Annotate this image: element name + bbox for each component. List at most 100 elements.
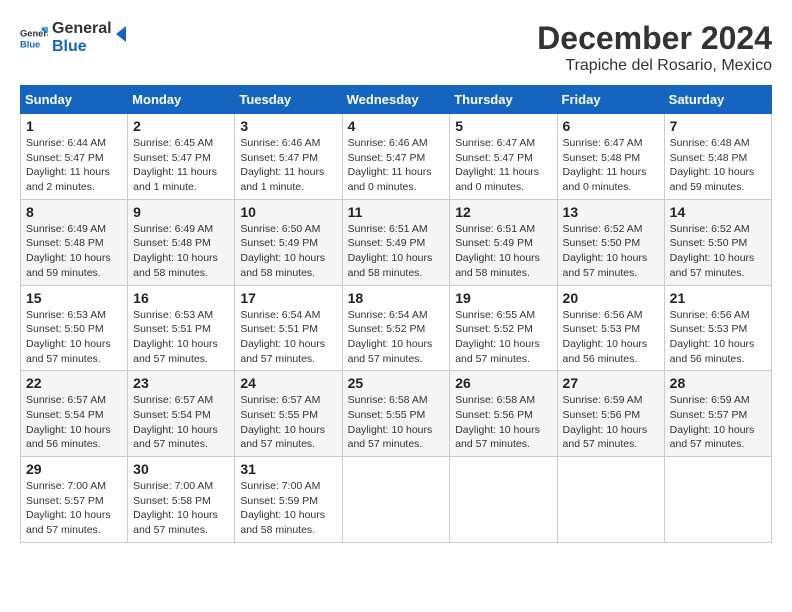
week-row-2: 8 Sunrise: 6:49 AMSunset: 5:48 PMDayligh… [21, 199, 772, 285]
day-number: 19 [455, 290, 551, 306]
day-number: 29 [26, 461, 122, 477]
title-block: December 2024 Trapiche del Rosario, Mexi… [537, 20, 772, 75]
day-number: 27 [563, 375, 659, 391]
svg-text:Blue: Blue [20, 39, 40, 49]
month-title: December 2024 [537, 20, 772, 57]
cell-info: Sunrise: 6:51 AMSunset: 5:49 PMDaylight:… [455, 223, 540, 279]
day-number: 20 [563, 290, 659, 306]
week-row-4: 22 Sunrise: 6:57 AMSunset: 5:54 PMDaylig… [21, 371, 772, 457]
day-number: 30 [133, 461, 229, 477]
cell-1-1: 1 Sunrise: 6:44 AMSunset: 5:47 PMDayligh… [21, 114, 128, 200]
cell-2-2: 9 Sunrise: 6:49 AMSunset: 5:48 PMDayligh… [128, 199, 235, 285]
day-number: 9 [133, 204, 229, 220]
cell-3-1: 15 Sunrise: 6:53 AMSunset: 5:50 PMDaylig… [21, 285, 128, 371]
cell-info: Sunrise: 6:49 AMSunset: 5:48 PMDaylight:… [26, 223, 111, 279]
day-number: 21 [670, 290, 766, 306]
day-number: 31 [240, 461, 336, 477]
cell-info: Sunrise: 6:54 AMSunset: 5:52 PMDaylight:… [348, 309, 433, 365]
header-tuesday: Tuesday [235, 86, 342, 114]
cell-info: Sunrise: 6:54 AMSunset: 5:51 PMDaylight:… [240, 309, 325, 365]
cell-4-6: 27 Sunrise: 6:59 AMSunset: 5:56 PMDaylig… [557, 371, 664, 457]
day-number: 1 [26, 118, 122, 134]
cell-1-2: 2 Sunrise: 6:45 AMSunset: 5:47 PMDayligh… [128, 114, 235, 200]
cell-4-3: 24 Sunrise: 6:57 AMSunset: 5:55 PMDaylig… [235, 371, 342, 457]
cell-1-7: 7 Sunrise: 6:48 AMSunset: 5:48 PMDayligh… [664, 114, 771, 200]
day-number: 24 [240, 375, 336, 391]
cell-2-1: 8 Sunrise: 6:49 AMSunset: 5:48 PMDayligh… [21, 199, 128, 285]
location: Trapiche del Rosario, Mexico [537, 57, 772, 75]
header-friday: Friday [557, 86, 664, 114]
cell-info: Sunrise: 6:50 AMSunset: 5:49 PMDaylight:… [240, 223, 325, 279]
cell-info: Sunrise: 6:46 AMSunset: 5:47 PMDaylight:… [240, 137, 324, 193]
logo-blue: Blue [52, 38, 112, 56]
logo-icon: General Blue [20, 24, 48, 52]
cell-info: Sunrise: 6:52 AMSunset: 5:50 PMDaylight:… [563, 223, 648, 279]
day-number: 8 [26, 204, 122, 220]
cell-info: Sunrise: 6:48 AMSunset: 5:48 PMDaylight:… [670, 137, 755, 193]
week-row-1: 1 Sunrise: 6:44 AMSunset: 5:47 PMDayligh… [21, 114, 772, 200]
cell-3-5: 19 Sunrise: 6:55 AMSunset: 5:52 PMDaylig… [450, 285, 557, 371]
logo-general: General [52, 20, 112, 38]
day-number: 26 [455, 375, 551, 391]
cell-info: Sunrise: 6:53 AMSunset: 5:51 PMDaylight:… [133, 309, 218, 365]
cell-info: Sunrise: 6:51 AMSunset: 5:49 PMDaylight:… [348, 223, 433, 279]
cell-1-6: 6 Sunrise: 6:47 AMSunset: 5:48 PMDayligh… [557, 114, 664, 200]
header-monday: Monday [128, 86, 235, 114]
day-number: 7 [670, 118, 766, 134]
day-number: 3 [240, 118, 336, 134]
day-number: 12 [455, 204, 551, 220]
cell-4-4: 25 Sunrise: 6:58 AMSunset: 5:55 PMDaylig… [342, 371, 450, 457]
cell-4-2: 23 Sunrise: 6:57 AMSunset: 5:54 PMDaylig… [128, 371, 235, 457]
cell-3-2: 16 Sunrise: 6:53 AMSunset: 5:51 PMDaylig… [128, 285, 235, 371]
cell-info: Sunrise: 6:57 AMSunset: 5:55 PMDaylight:… [240, 394, 325, 450]
day-number: 18 [348, 290, 445, 306]
day-number: 25 [348, 375, 445, 391]
day-number: 23 [133, 375, 229, 391]
cell-1-3: 3 Sunrise: 6:46 AMSunset: 5:47 PMDayligh… [235, 114, 342, 200]
cell-info: Sunrise: 6:47 AMSunset: 5:48 PMDaylight:… [563, 137, 647, 193]
cell-5-7 [664, 457, 771, 543]
header-wednesday: Wednesday [342, 86, 450, 114]
cell-info: Sunrise: 6:59 AMSunset: 5:57 PMDaylight:… [670, 394, 755, 450]
header-sunday: Sunday [21, 86, 128, 114]
cell-info: Sunrise: 7:00 AMSunset: 5:59 PMDaylight:… [240, 480, 325, 536]
cell-info: Sunrise: 6:57 AMSunset: 5:54 PMDaylight:… [133, 394, 218, 450]
calendar-table: SundayMondayTuesdayWednesdayThursdayFrid… [20, 85, 772, 543]
day-number: 2 [133, 118, 229, 134]
day-number: 6 [563, 118, 659, 134]
day-number: 22 [26, 375, 122, 391]
logo: General Blue General Blue [20, 20, 132, 55]
cell-info: Sunrise: 7:00 AMSunset: 5:58 PMDaylight:… [133, 480, 218, 536]
page-header: General Blue General Blue December 2024 … [20, 20, 772, 75]
cell-5-6 [557, 457, 664, 543]
cell-info: Sunrise: 6:57 AMSunset: 5:54 PMDaylight:… [26, 394, 111, 450]
cell-info: Sunrise: 6:44 AMSunset: 5:47 PMDaylight:… [26, 137, 110, 193]
cell-info: Sunrise: 6:47 AMSunset: 5:47 PMDaylight:… [455, 137, 539, 193]
cell-info: Sunrise: 6:58 AMSunset: 5:55 PMDaylight:… [348, 394, 433, 450]
cell-4-7: 28 Sunrise: 6:59 AMSunset: 5:57 PMDaylig… [664, 371, 771, 457]
cell-info: Sunrise: 6:53 AMSunset: 5:50 PMDaylight:… [26, 309, 111, 365]
header-row: SundayMondayTuesdayWednesdayThursdayFrid… [21, 86, 772, 114]
cell-4-5: 26 Sunrise: 6:58 AMSunset: 5:56 PMDaylig… [450, 371, 557, 457]
cell-2-5: 12 Sunrise: 6:51 AMSunset: 5:49 PMDaylig… [450, 199, 557, 285]
day-number: 14 [670, 204, 766, 220]
header-thursday: Thursday [450, 86, 557, 114]
cell-info: Sunrise: 6:56 AMSunset: 5:53 PMDaylight:… [563, 309, 648, 365]
day-number: 4 [348, 118, 445, 134]
cell-2-7: 14 Sunrise: 6:52 AMSunset: 5:50 PMDaylig… [664, 199, 771, 285]
cell-info: Sunrise: 6:58 AMSunset: 5:56 PMDaylight:… [455, 394, 540, 450]
cell-1-5: 5 Sunrise: 6:47 AMSunset: 5:47 PMDayligh… [450, 114, 557, 200]
day-number: 17 [240, 290, 336, 306]
day-number: 11 [348, 204, 445, 220]
cell-2-6: 13 Sunrise: 6:52 AMSunset: 5:50 PMDaylig… [557, 199, 664, 285]
cell-2-4: 11 Sunrise: 6:51 AMSunset: 5:49 PMDaylig… [342, 199, 450, 285]
cell-info: Sunrise: 6:59 AMSunset: 5:56 PMDaylight:… [563, 394, 648, 450]
cell-3-4: 18 Sunrise: 6:54 AMSunset: 5:52 PMDaylig… [342, 285, 450, 371]
cell-3-3: 17 Sunrise: 6:54 AMSunset: 5:51 PMDaylig… [235, 285, 342, 371]
cell-3-6: 20 Sunrise: 6:56 AMSunset: 5:53 PMDaylig… [557, 285, 664, 371]
cell-info: Sunrise: 6:45 AMSunset: 5:47 PMDaylight:… [133, 137, 217, 193]
day-number: 13 [563, 204, 659, 220]
week-row-5: 29 Sunrise: 7:00 AMSunset: 5:57 PMDaylig… [21, 457, 772, 543]
cell-info: Sunrise: 6:55 AMSunset: 5:52 PMDaylight:… [455, 309, 540, 365]
cell-5-1: 29 Sunrise: 7:00 AMSunset: 5:57 PMDaylig… [21, 457, 128, 543]
